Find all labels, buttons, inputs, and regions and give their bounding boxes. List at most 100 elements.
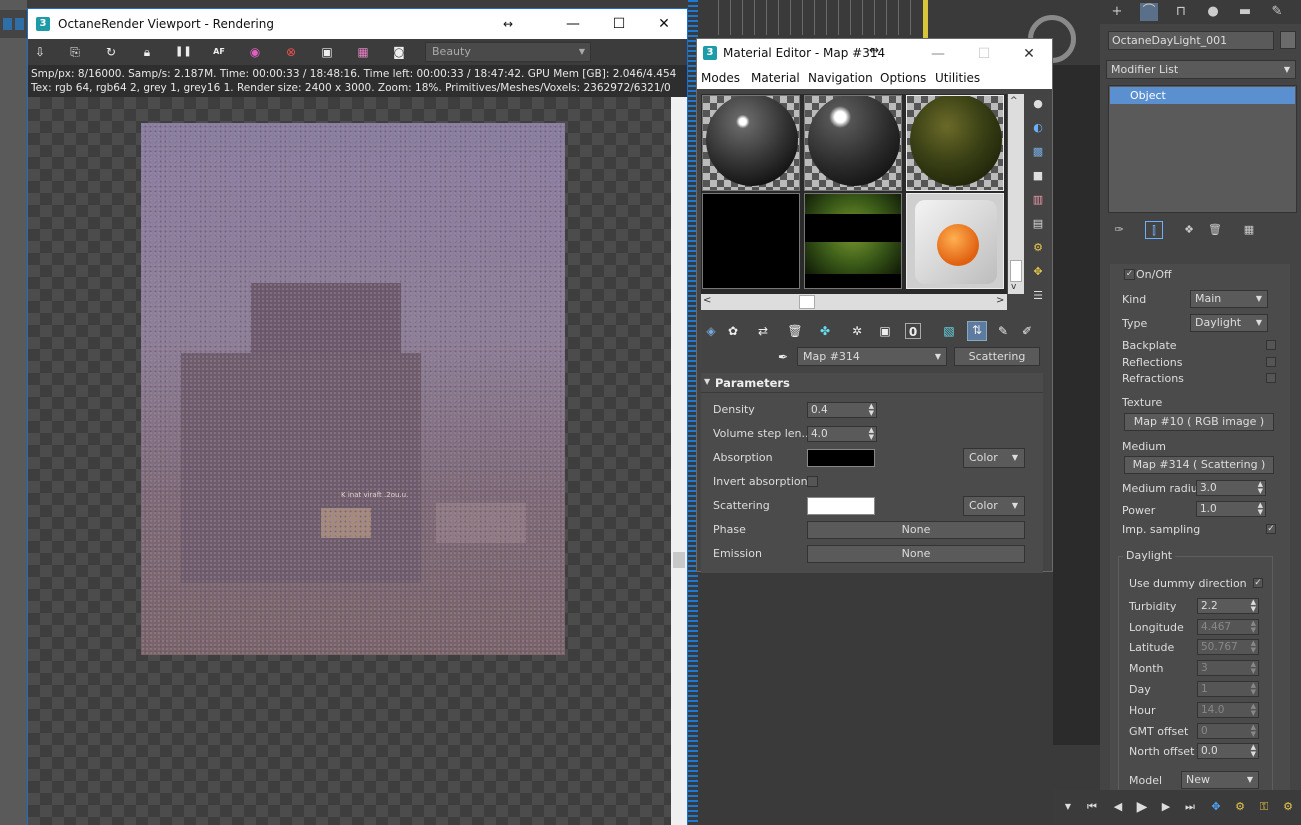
day-spinner[interactable]: 1 ▲ ▼ <box>1197 681 1259 697</box>
menu-modes[interactable]: Modes <box>701 71 740 85</box>
next-frame-icon[interactable]: ▶ <box>1157 798 1175 816</box>
object-color-swatch[interactable] <box>1280 31 1296 49</box>
volume-step-spinner[interactable]: 4.0 ▲ ▼ <box>807 426 877 442</box>
hour-spinner[interactable]: 14.0 ▲ ▼ <box>1197 702 1259 718</box>
scattering-color-swatch[interactable] <box>807 497 875 515</box>
previous-frame-icon[interactable]: ◀ <box>1109 798 1127 816</box>
pin-stack-icon[interactable]: ✑ <box>1110 221 1128 239</box>
density-spinner[interactable]: 0.4 ▲ ▼ <box>807 402 877 418</box>
month-spinner[interactable]: 3 ▲ ▼ <box>1197 660 1259 676</box>
make-unique-icon[interactable]: ✤ <box>817 323 833 339</box>
sample-slot[interactable] <box>906 95 1004 191</box>
play-icon[interactable]: ▶ <box>1133 798 1151 816</box>
type-dropdown[interactable]: Daylight ▼ <box>1190 314 1268 332</box>
material-map-navigator-icon[interactable]: ☰ <box>1030 288 1046 304</box>
put-to-library-icon[interactable]: ✲ <box>849 323 865 339</box>
viewport-icon[interactable]: ▣ <box>319 44 335 60</box>
pause-icon[interactable]: ❚❚ <box>175 44 192 60</box>
motion-tab-icon[interactable]: ● <box>1204 3 1222 21</box>
camera-icon[interactable]: ◙ <box>391 44 407 60</box>
modifier-list-dropdown[interactable]: Modifier List ▼ <box>1106 60 1296 79</box>
sample-type-sphere-icon[interactable]: ● <box>1030 96 1046 112</box>
save-render-icon[interactable]: ⇩ <box>32 44 48 60</box>
dummy-direction-checkbox[interactable]: ✓ <box>1253 578 1263 588</box>
sample-slot[interactable] <box>804 95 902 191</box>
go-to-start-icon[interactable]: ⏮ <box>1083 798 1101 816</box>
maximize-button[interactable]: ☐ <box>972 43 996 65</box>
copy-icon[interactable]: ⎘ <box>67 44 83 60</box>
display-tab-icon[interactable]: ▬ <box>1236 3 1254 21</box>
medium-radius-spinner[interactable]: 3.0 ▲ ▼ <box>1196 480 1266 496</box>
object-name-field[interactable]: OctaneDayLight_001 <box>1108 31 1274 50</box>
show-end-result-icon[interactable]: ⇅ <box>967 321 987 341</box>
set-key-icon[interactable]: ⚿ <box>1255 798 1273 816</box>
model-dropdown[interactable]: New ▼ <box>1181 771 1259 789</box>
scroll-right-icon[interactable]: > <box>996 295 1004 306</box>
region-icon[interactable]: ⊗ <box>283 44 299 60</box>
hierarchy-tab-icon[interactable]: ⊓ <box>1172 3 1190 21</box>
scrollbar-thumb[interactable] <box>1010 260 1022 282</box>
minimize-button[interactable]: — <box>561 13 585 35</box>
menu-options[interactable]: Options <box>880 71 926 85</box>
color-picker-icon[interactable]: ◉ <box>247 44 263 60</box>
emission-map-button[interactable]: None <box>807 545 1025 563</box>
assign-to-selection-icon[interactable]: ⇄ <box>755 323 771 339</box>
minimize-button[interactable]: — <box>926 43 950 65</box>
render-canvas[interactable]: K inat viraft .2ou.u. <box>28 97 671 825</box>
close-button[interactable]: ✕ <box>1017 43 1041 65</box>
pick-material-eyedropper-icon[interactable]: ✒ <box>775 349 791 365</box>
menu-material[interactable]: Material <box>751 71 800 85</box>
kind-dropdown[interactable]: Main ▼ <box>1190 290 1268 308</box>
select-by-material-icon[interactable]: ✥ <box>1030 264 1046 280</box>
key-mode-icon[interactable]: ⚙ <box>1231 798 1249 816</box>
close-button[interactable]: ✕ <box>652 13 676 35</box>
make-preview-icon[interactable]: ▤ <box>1030 216 1046 232</box>
scrollbar-thumb[interactable] <box>799 295 815 309</box>
onoff-checkbox[interactable]: ✓ <box>1124 269 1135 280</box>
film-icon[interactable]: ▦ <box>355 44 371 60</box>
refractions-checkbox[interactable] <box>1266 373 1276 383</box>
scroll-down-icon[interactable]: v <box>1011 282 1016 292</box>
absorption-color-swatch[interactable] <box>807 449 875 467</box>
sample-slot[interactable] <box>702 95 800 191</box>
imp-sampling-checkbox[interactable]: ✓ <box>1266 524 1276 534</box>
video-color-check-icon[interactable]: ▥ <box>1030 192 1046 208</box>
material-editor-titlebar[interactable]: 3 Material Editor - Map #314 ↔ — ☐ ✕ <box>697 39 1052 67</box>
go-to-end-icon[interactable]: ⏭ <box>1181 798 1199 816</box>
map-name-field[interactable]: Map #314 ▼ <box>797 347 947 366</box>
put-to-scene-icon[interactable]: ✿ <box>725 323 741 339</box>
turbidity-spinner[interactable]: 2.2 ▲ ▼ <box>1197 598 1259 614</box>
map-type-button[interactable]: Scattering <box>954 347 1040 366</box>
tool-icon[interactable] <box>3 18 12 30</box>
show-shaded-icon[interactable]: ▧ <box>941 323 957 339</box>
lock-icon[interactable]: 🔒︎ <box>139 44 155 60</box>
menu-navigation[interactable]: Navigation <box>808 71 873 85</box>
options-icon[interactable]: ⚙ <box>1030 240 1046 256</box>
create-tab-icon[interactable]: + <box>1108 3 1126 21</box>
get-material-icon[interactable]: ◈ <box>703 323 719 339</box>
reflections-checkbox[interactable] <box>1266 357 1276 367</box>
canvas-scrollbar[interactable] <box>671 97 687 825</box>
tool-icon[interactable] <box>15 18 24 30</box>
longitude-spinner[interactable]: 4.467 ▲ ▼ <box>1197 619 1259 635</box>
latitude-spinner[interactable]: 50.767 ▲ ▼ <box>1197 639 1259 655</box>
sample-uv-tiling-icon[interactable]: ■ <box>1030 168 1046 184</box>
background-checker-icon[interactable]: ▩ <box>1030 144 1046 160</box>
make-unique-icon[interactable]: ❖ <box>1180 221 1198 239</box>
utilities-tab-icon[interactable]: ✎ <box>1268 3 1286 21</box>
configure-modifier-sets-icon[interactable]: ▦ <box>1240 221 1258 239</box>
slots-vertical-scrollbar[interactable]: ^ v <box>1008 94 1024 294</box>
material-id-channel-icon[interactable]: ▣ <box>877 323 893 339</box>
maximize-button[interactable]: ☐ <box>607 13 631 35</box>
octane-titlebar[interactable]: 3 OctaneRender Viewport - Rendering ↔ — … <box>28 9 687 39</box>
backplate-checkbox[interactable] <box>1266 340 1276 350</box>
go-forward-sibling-icon[interactable]: ✐ <box>1019 323 1035 339</box>
absorption-mode-dropdown[interactable]: Color ▼ <box>963 448 1025 468</box>
slots-horizontal-scrollbar[interactable]: < > <box>701 294 1007 310</box>
rollout-header[interactable]: ▼ Parameters <box>701 373 1043 393</box>
sample-slot[interactable] <box>804 193 902 289</box>
time-config-dropdown-icon[interactable]: ▼ <box>1059 798 1077 816</box>
scattering-mode-dropdown[interactable]: Color ▼ <box>963 496 1025 516</box>
stack-item-object[interactable]: Object <box>1110 87 1295 104</box>
walk-through-icon[interactable]: ✥ <box>1207 798 1225 816</box>
